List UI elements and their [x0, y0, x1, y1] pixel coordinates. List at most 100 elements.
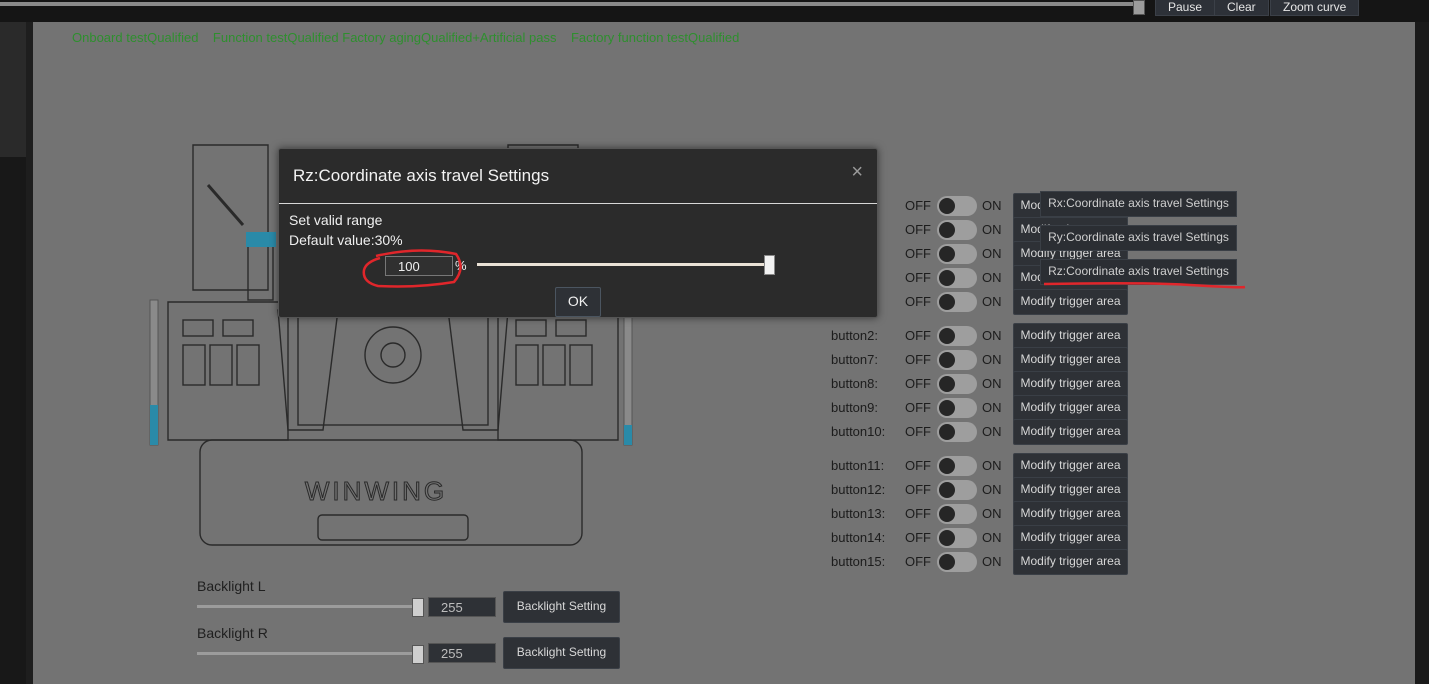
- off-label: OFF: [905, 400, 931, 415]
- on-off-toggle[interactable]: [937, 196, 977, 216]
- on-label: ON: [982, 246, 1002, 261]
- modify-trigger-area-button[interactable]: Modify trigger area: [1013, 371, 1128, 397]
- off-label: OFF: [905, 198, 931, 213]
- range-slider-track[interactable]: [477, 263, 769, 266]
- on-off-toggle[interactable]: [937, 528, 977, 548]
- toggle-knob: [939, 328, 955, 344]
- button-label: button11:: [831, 458, 885, 473]
- toggle-knob: [939, 246, 955, 262]
- on-label: ON: [982, 198, 1002, 213]
- on-off-toggle[interactable]: [937, 350, 977, 370]
- toggle-knob: [939, 352, 955, 368]
- button-label: button15:: [831, 554, 886, 569]
- toggle-knob: [939, 482, 955, 498]
- on-off-toggle[interactable]: [937, 552, 977, 572]
- pause-button[interactable]: Pause: [1155, 0, 1216, 16]
- on-off-toggle[interactable]: [937, 374, 977, 394]
- backlight-l-setting-button[interactable]: Backlight Setting: [503, 591, 620, 623]
- off-label: OFF: [905, 554, 931, 569]
- off-label: OFF: [905, 482, 931, 497]
- toggle-knob: [939, 554, 955, 570]
- range-slider-thumb[interactable]: [764, 255, 775, 275]
- on-off-toggle[interactable]: [937, 326, 977, 346]
- toggle-knob: [939, 506, 955, 522]
- backlight-l-label: Backlight L: [197, 578, 266, 594]
- modify-trigger-area-button[interactable]: Modify trigger area: [1013, 525, 1128, 551]
- axis-settings-tooltip: Rx:Coordinate axis travel Settings: [1040, 191, 1237, 217]
- off-label: OFF: [905, 246, 931, 261]
- off-label: OFF: [905, 352, 931, 367]
- toggle-knob: [939, 198, 955, 214]
- on-label: ON: [982, 530, 1002, 545]
- button-label: button8:: [831, 376, 878, 391]
- off-label: OFF: [905, 506, 931, 521]
- toggle-knob: [939, 400, 955, 416]
- modify-trigger-area-button[interactable]: Modify trigger area: [1013, 323, 1128, 349]
- toggle-knob: [939, 424, 955, 440]
- modify-trigger-area-button[interactable]: Modify trigger area: [1013, 453, 1128, 479]
- backlight-r-setting-button[interactable]: Backlight Setting: [503, 637, 620, 669]
- backlight-r-slider-track[interactable]: [197, 652, 419, 655]
- button-label: button13:: [831, 506, 886, 521]
- annotation-circle: [362, 249, 462, 288]
- off-label: OFF: [905, 222, 931, 237]
- backlight-l-value-input[interactable]: 255: [428, 597, 496, 617]
- on-off-toggle[interactable]: [937, 422, 977, 442]
- button-label: button14:: [831, 530, 886, 545]
- off-label: OFF: [905, 270, 931, 285]
- on-off-toggle[interactable]: [937, 268, 977, 288]
- on-label: ON: [982, 554, 1002, 569]
- axis-travel-settings-dialog: Rz:Coordinate axis travel Settings × Set…: [278, 148, 878, 318]
- toggle-knob: [939, 270, 955, 286]
- backlight-r-label: Backlight R: [197, 625, 268, 641]
- off-label: OFF: [905, 328, 931, 343]
- zoom-curve-button[interactable]: Zoom curve: [1270, 0, 1360, 16]
- on-label: ON: [982, 352, 1002, 367]
- timeline-slider-thumb[interactable]: [1133, 0, 1145, 15]
- test-status-text: Onboard testQualified Function testQuali…: [72, 30, 740, 45]
- modify-trigger-area-button[interactable]: Modify trigger area: [1013, 395, 1128, 421]
- off-label: OFF: [905, 424, 931, 439]
- off-label: OFF: [905, 294, 931, 309]
- annotation-underline: [1043, 281, 1246, 289]
- on-label: ON: [982, 270, 1002, 285]
- on-label: ON: [982, 222, 1002, 237]
- button-label: button10:: [831, 424, 886, 439]
- modify-trigger-area-button[interactable]: Modify trigger area: [1013, 347, 1128, 373]
- clear-button[interactable]: Clear: [1214, 0, 1269, 16]
- on-off-toggle[interactable]: [937, 504, 977, 524]
- on-off-toggle[interactable]: [937, 480, 977, 500]
- button-label: button12:: [831, 482, 886, 497]
- modify-trigger-area-button[interactable]: Modify trigger area: [1013, 419, 1128, 445]
- on-label: ON: [982, 458, 1002, 473]
- on-off-toggle[interactable]: [937, 398, 977, 418]
- button-label: button2:: [831, 328, 878, 343]
- button-label: button9:: [831, 400, 878, 415]
- modify-trigger-area-button[interactable]: Modify trigger area: [1013, 549, 1128, 575]
- on-off-toggle[interactable]: [937, 456, 977, 476]
- backlight-r-value-input[interactable]: 255: [428, 643, 496, 663]
- toggle-knob: [939, 294, 955, 310]
- timeline-slider-track[interactable]: [0, 2, 1140, 6]
- backlight-l-slider-track[interactable]: [197, 605, 419, 608]
- backlight-r-slider-thumb[interactable]: [412, 645, 424, 664]
- toggle-knob: [939, 530, 955, 546]
- on-off-toggle[interactable]: [937, 244, 977, 264]
- dialog-divider: [279, 203, 877, 204]
- modify-trigger-area-button[interactable]: Modify trigger area: [1013, 289, 1128, 315]
- modify-trigger-area-button[interactable]: Modify trigger area: [1013, 477, 1128, 503]
- button-label: button7:: [831, 352, 878, 367]
- left-sidebar: [0, 22, 26, 684]
- on-off-toggle[interactable]: [937, 220, 977, 240]
- ok-button[interactable]: OK: [555, 287, 601, 317]
- valid-range-label: Set valid range: [289, 212, 383, 228]
- on-off-toggle[interactable]: [937, 292, 977, 312]
- backlight-l-slider-thumb[interactable]: [412, 598, 424, 617]
- off-label: OFF: [905, 458, 931, 473]
- close-icon[interactable]: ×: [851, 161, 863, 184]
- axis-settings-tooltip: Ry:Coordinate axis travel Settings: [1040, 225, 1237, 251]
- toggle-knob: [939, 376, 955, 392]
- modify-trigger-area-button[interactable]: Modify trigger area: [1013, 501, 1128, 527]
- toggle-knob: [939, 222, 955, 238]
- dialog-title: Rz:Coordinate axis travel Settings: [293, 166, 550, 185]
